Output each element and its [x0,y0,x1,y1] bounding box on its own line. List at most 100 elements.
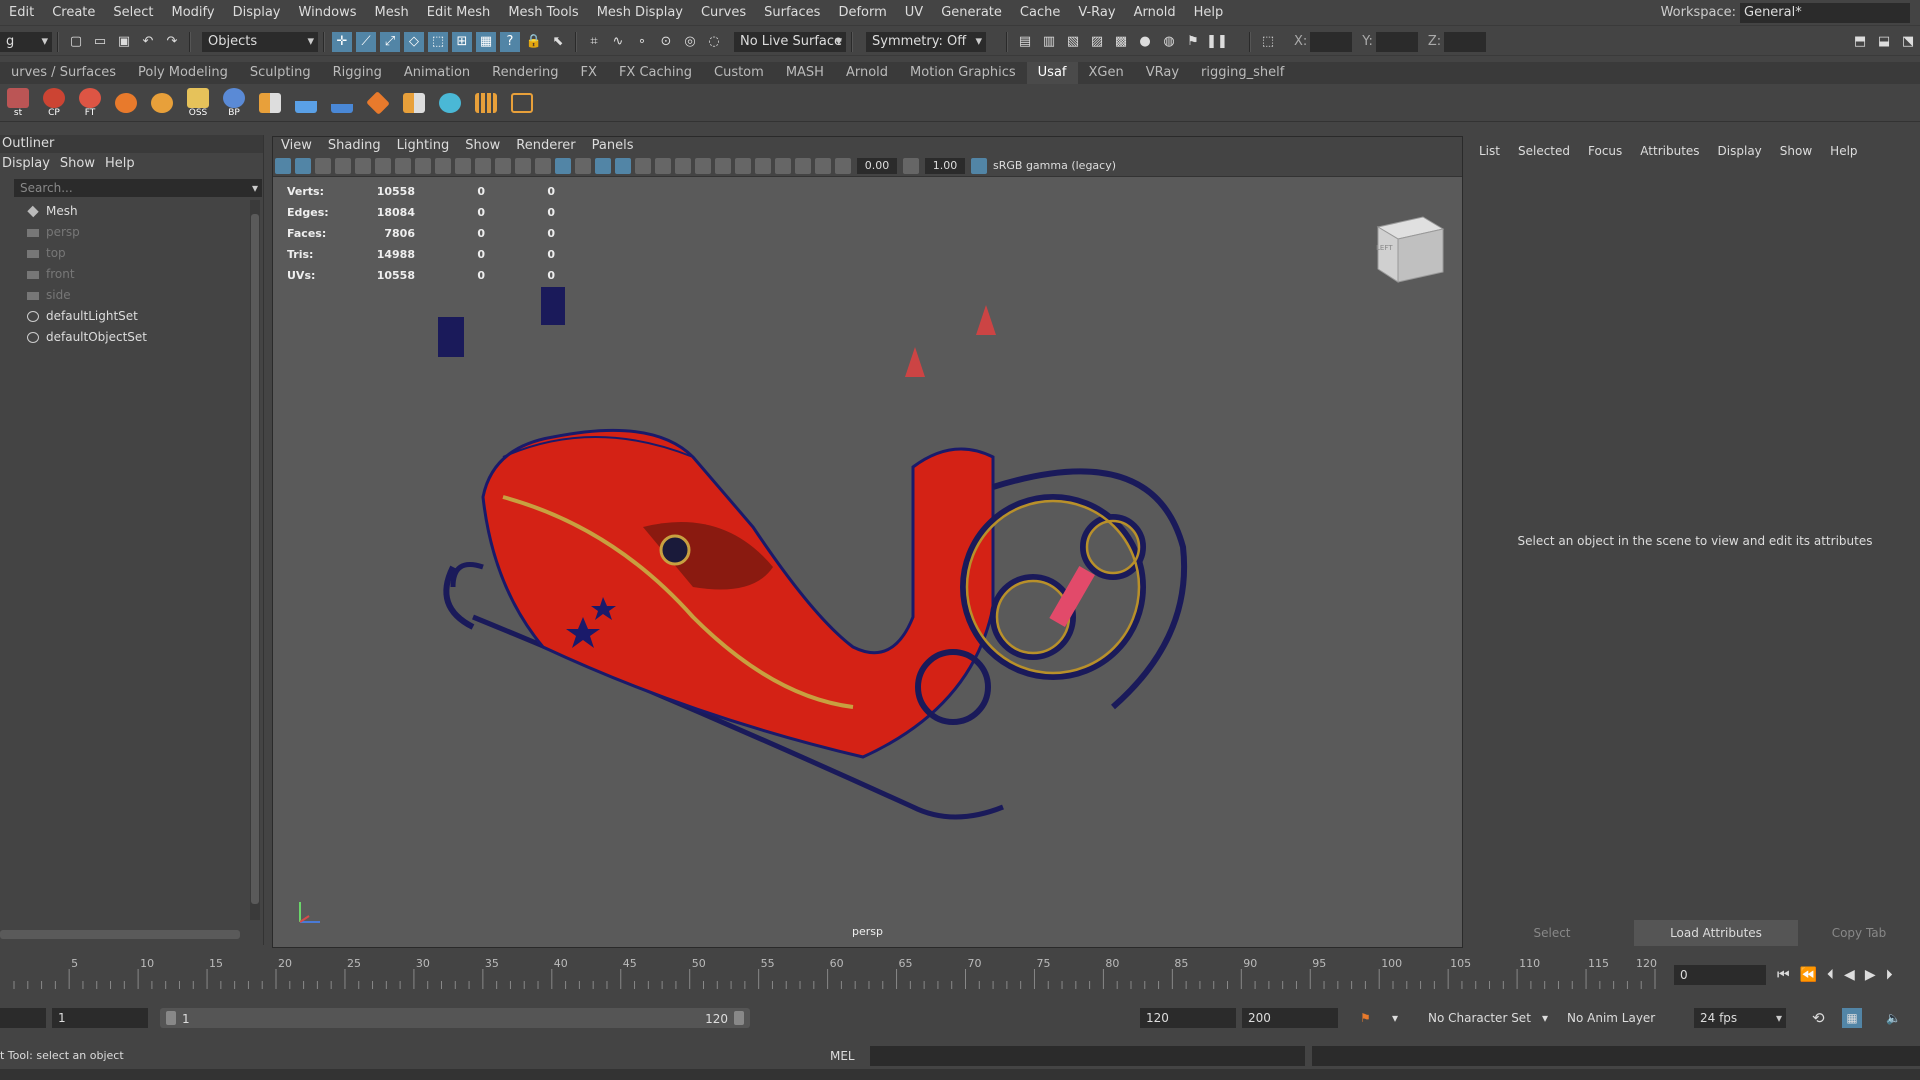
scrollbar-thumb[interactable] [251,214,259,904]
ipr-render-icon[interactable]: ▧ [1063,32,1083,52]
command-input[interactable] [870,1046,1305,1066]
cache-playback-icon[interactable]: ▦ [1842,1008,1862,1028]
attr-menu-show[interactable]: Show [1771,144,1821,158]
timeline-ruler[interactable]: 5 10 15 20 25 30 35 40 45 50 55 60 65 70 75 80 85 90 95 100… [0,955,1660,995]
outliner-item[interactable]: Mesh [0,201,263,222]
field-chart-icon[interactable] [475,157,491,174]
shelf-tab-fx[interactable]: FX [570,62,608,84]
outliner-item[interactable]: persp [0,222,263,243]
depth-of-field-icon[interactable] [735,157,751,174]
undo-icon[interactable]: ↶ [138,32,158,52]
select-uv-icon[interactable]: ▦ [476,31,496,52]
viewport-menu-shading[interactable]: Shading [320,137,389,155]
wireframe-on-shaded-icon[interactable] [595,157,611,174]
select-misc-icon[interactable]: ? [500,31,520,52]
smooth-shade-icon[interactable] [555,157,571,174]
outliner-item[interactable]: top [0,243,263,264]
shelf-tab-rigging-shelf[interactable]: rigging_shelf [1190,62,1295,84]
snap-curve-icon[interactable]: ∿ [608,32,628,52]
live-surface-field[interactable]: No Live Surface [734,31,846,52]
loop-icon[interactable]: ⟲ [1812,1008,1825,1028]
select-by-component-icon[interactable]: ⤢ [380,31,400,52]
shelf-button-oss[interactable]: OSS [183,87,213,119]
snap-point-icon[interactable]: ∘ [632,32,652,52]
range-start-handle[interactable] [166,1011,176,1025]
shelf-button-bp[interactable]: BP [219,87,249,119]
workspace-dropdown[interactable]: General* [1740,2,1910,23]
shelf-button-cp[interactable]: CP [39,87,69,119]
snap-surface-icon[interactable]: ◎ [680,32,700,52]
use-all-lights-icon[interactable] [635,157,651,174]
mode-dropdown[interactable]: g [0,31,52,52]
outliner-item[interactable]: front [0,264,263,285]
select-vertex-icon[interactable]: ◇ [404,31,424,52]
film-gate-icon[interactable] [415,157,431,174]
hypershade-icon[interactable]: ▩ [1111,32,1131,52]
select-by-hierarchy-icon[interactable]: ✛ [332,31,352,52]
shelf-tab-mash[interactable]: MASH [775,62,835,84]
anti-aliasing-icon[interactable] [715,157,731,174]
render-current-icon[interactable]: ▤ [1015,32,1035,52]
safe-action-icon[interactable] [495,157,511,174]
pause-icon[interactable]: ❚❚ [1206,32,1228,52]
textured-icon[interactable] [615,157,631,174]
animation-start-field[interactable] [0,1008,46,1028]
arnold-render-icon[interactable]: ● [1135,32,1155,52]
shelf-tab-usaf[interactable]: Usaf [1026,62,1078,84]
copy-tab-button[interactable]: Copy Tab [1798,920,1920,946]
snap-live-icon[interactable]: ◌ [704,32,724,52]
viewport-menu-renderer[interactable]: Renderer [508,137,583,155]
color-management-icon[interactable] [971,157,987,174]
shelf-button-rig-icon[interactable] [363,87,393,119]
viewport-menu-panels[interactable]: Panels [584,137,642,155]
fps-dropdown[interactable]: 24 fps [1694,1008,1786,1028]
play-backwards-icon[interactable]: ◀ [1844,967,1855,983]
shelf-button-joints-icon[interactable] [435,87,465,119]
time-slider[interactable]: 5 10 15 20 25 30 35 40 45 50 55 60 65 70 75 80 85 90 95 100… [0,955,1920,995]
shelf-button-matrix-icon[interactable] [471,87,501,119]
select-button[interactable]: Select [1470,920,1634,946]
exposure-field[interactable]: 0.00 [857,157,897,174]
channel-box-icon[interactable]: ⬓ [1874,32,1894,52]
menu-mesh-display[interactable]: Mesh Display [588,0,692,26]
sleigh-model[interactable] [393,287,1233,827]
exposure-icon[interactable] [835,157,851,174]
select-face-icon[interactable]: ⊞ [452,31,472,52]
shelf-button-sphere2-icon[interactable] [147,87,177,119]
viewport-menu-lighting[interactable]: Lighting [389,137,458,155]
bookmark-icon[interactable] [315,157,331,174]
shelf-button-chart-icon[interactable] [327,87,357,119]
anim-layer-arrow-icon[interactable]: ▾ [1542,1008,1548,1028]
lighting-icon[interactable] [575,157,591,174]
viewport-menu-view[interactable]: View [273,137,320,155]
wireframe-icon[interactable] [535,157,551,174]
gate-mask-icon[interactable] [455,157,471,174]
attr-menu-attributes[interactable]: Attributes [1631,144,1708,158]
auto-key-icon[interactable]: ⚑ [1360,1008,1371,1028]
xray-active-icon[interactable] [815,157,831,174]
anim-layer-dropdown[interactable]: No Anim Layer [1567,1008,1655,1028]
menu-v-ray[interactable]: V-Ray [1069,0,1124,26]
attribute-editor-icon[interactable]: ⬔ [1898,32,1918,52]
save-scene-icon[interactable]: ▣ [114,32,134,52]
shelf-tab-sculpting[interactable]: Sculpting [239,62,322,84]
safe-title-icon[interactable] [515,157,531,174]
shelf-button-ft[interactable]: FT [75,87,105,119]
playback-end-field[interactable]: 120 [1140,1008,1236,1028]
step-back-frame-icon[interactable]: ⏴ [1827,967,1834,983]
xray-icon[interactable] [775,157,791,174]
snap-grid-icon[interactable]: ⌗ [584,32,604,52]
attr-menu-selected[interactable]: Selected [1509,144,1579,158]
menu-help[interactable]: Help [1185,0,1233,26]
shelf-button-tiles-icon[interactable] [399,87,429,119]
z-field[interactable] [1444,31,1487,52]
render-sequence-icon[interactable]: ▥ [1039,32,1059,52]
sound-icon[interactable]: 🔈 [1886,1008,1901,1028]
menu-edit[interactable]: Edit [0,0,43,26]
new-scene-icon[interactable]: ▢ [66,32,86,52]
shelf-button-sphere-icon[interactable] [111,87,141,119]
shelf-tab-fx-caching[interactable]: FX Caching [608,62,703,84]
modeling-toolkit-icon[interactable]: ⬒ [1850,32,1870,52]
image-plane-icon[interactable] [335,157,351,174]
shelf-tab-motion-graphics[interactable]: Motion Graphics [899,62,1027,84]
